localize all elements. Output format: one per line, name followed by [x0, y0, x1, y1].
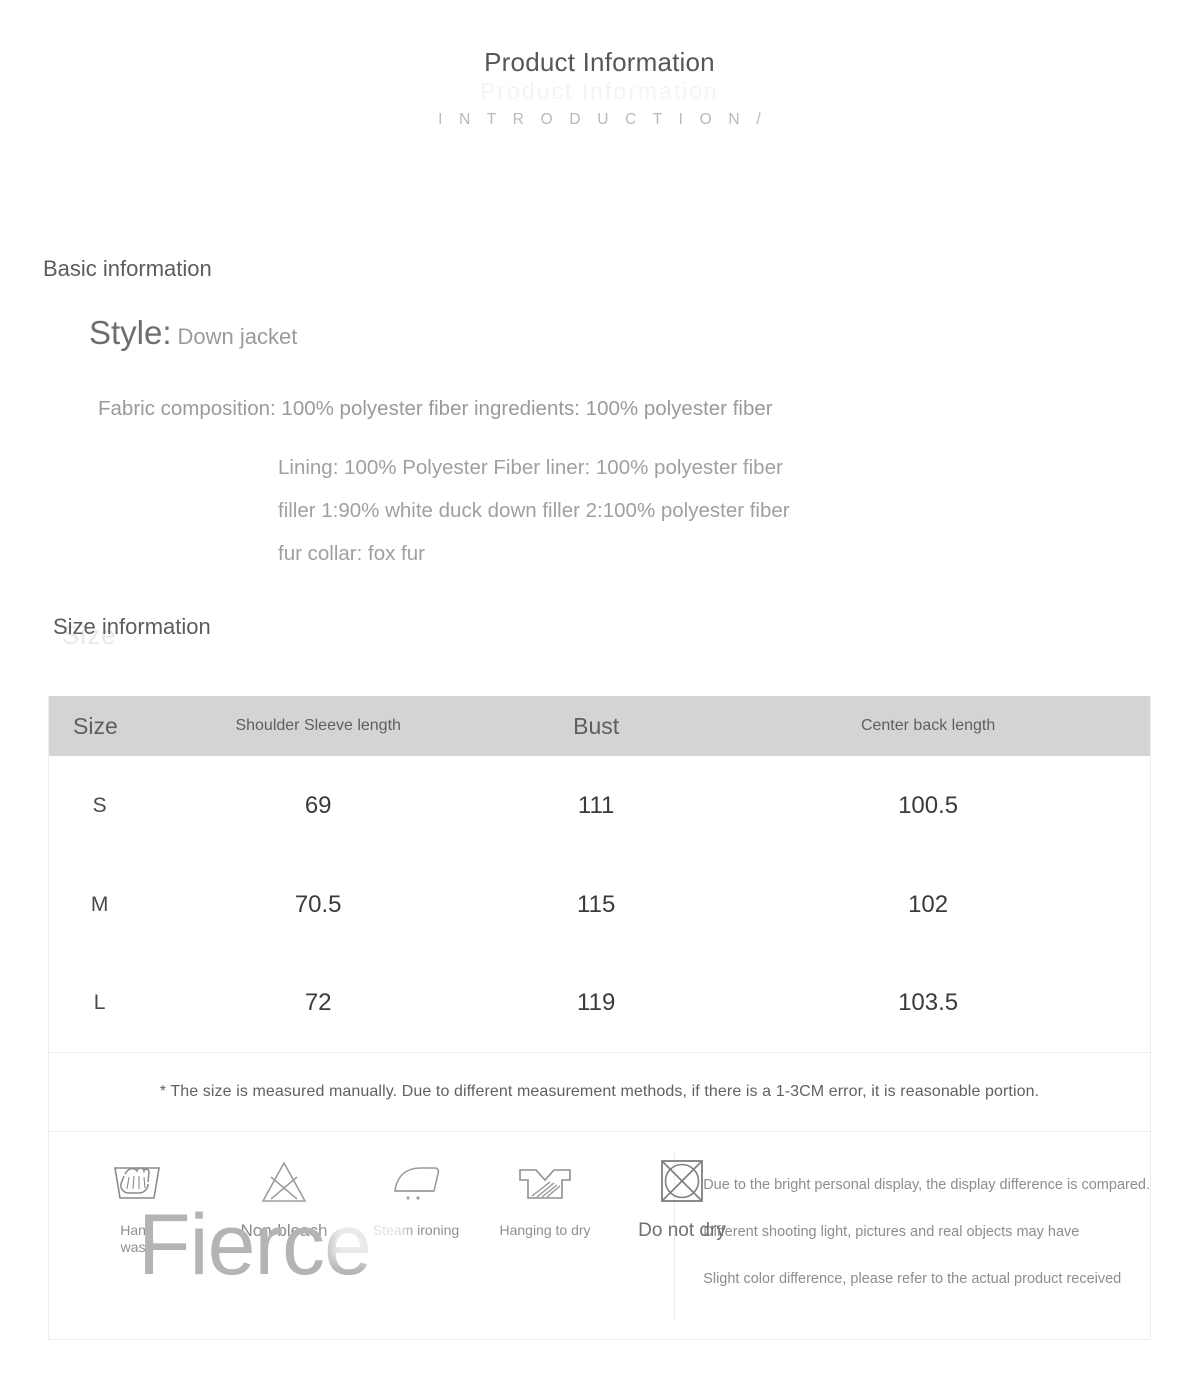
hand-wash-icon [77, 1150, 197, 1214]
cell-size: S [92, 794, 107, 817]
column-header-center-back-length: Center back length [860, 717, 996, 734]
cell-bust: 111 [577, 792, 615, 819]
non-bleach-icon [224, 1150, 344, 1214]
steam-iron-icon [356, 1150, 476, 1214]
care-symbols-group: Hand wash Non-bleach Steam ironing Hangi… [49, 1132, 726, 1339]
table-header-row: Size Shoulder Sleeve length Bust Center … [49, 696, 1150, 756]
composition-line: fur collar: fox fur [278, 542, 425, 565]
hang-dry-icon [485, 1150, 605, 1214]
disclaimer-line: Due to the bright personal display, the … [703, 1177, 1150, 1193]
care-item-hanging-to-dry: Hanging to dry [485, 1150, 605, 1239]
style-value: Down jacket [177, 324, 298, 349]
style-row: Style: Down jacket [89, 314, 297, 352]
cell-shoulder-sleeve-length: 69 [304, 792, 332, 819]
fabric-composition-line: Fabric composition: 100% polyester fiber… [98, 397, 773, 420]
care-label-hand-wash: Hand wash [77, 1222, 197, 1256]
size-measurement-note: * The size is measured manually. Due to … [159, 1083, 1040, 1100]
care-label-line2: wash [120, 1239, 154, 1255]
disclaimer-line: Slight color difference, please refer to… [703, 1271, 1122, 1287]
disclaimer-group: Due to the bright personal display, the … [675, 1132, 1150, 1339]
care-and-disclaimer-row: Hand wash Non-bleach Steam ironing Hangi… [49, 1132, 1150, 1339]
cell-center-back-length: 102 [908, 891, 949, 918]
size-table: Size Shoulder Sleeve length Bust Center … [48, 696, 1151, 1340]
table-note-row: * The size is measured manually. Due to … [49, 1052, 1150, 1132]
cell-bust: 119 [577, 989, 616, 1016]
table-row: S 69 111 100.5 [49, 756, 1150, 856]
section-title-basic-information: Basic information [43, 256, 212, 281]
care-item-non-bleach: Non-bleach [224, 1150, 344, 1239]
product-information-page: Product Information Product Information … [0, 0, 1199, 1396]
cell-bust: 115 [577, 891, 616, 918]
care-item-steam-ironing: Steam ironing [356, 1150, 476, 1239]
care-label-do-not-dry: Do not dry [638, 1220, 726, 1241]
cell-shoulder-sleeve-length: 72 [304, 989, 332, 1016]
cell-shoulder-sleeve-length: 70.5 [294, 891, 342, 918]
care-label-hanging-to-dry: Hanging to dry [499, 1222, 591, 1238]
cell-center-back-length: 100.5 [898, 792, 959, 819]
page-title: Product Information [484, 47, 715, 77]
column-header-bust: Bust [573, 712, 620, 739]
cell-center-back-length: 103.5 [898, 989, 959, 1016]
care-label-line1: Hand [120, 1222, 154, 1238]
care-label-steam-ironing: Steam ironing [372, 1222, 460, 1238]
style-label: Style: [89, 314, 172, 351]
care-item-hand-wash: Hand wash [77, 1150, 197, 1256]
do-not-tumble-dry-icon [622, 1150, 742, 1214]
table-row: M 70.5 115 102 [49, 856, 1150, 954]
cell-size: M [90, 893, 109, 916]
table-row: L 72 119 103.5 [49, 954, 1150, 1052]
composition-line: filler 1:90% white duck down filler 2:10… [278, 499, 790, 522]
page-header: Product Information I N T R O D U C T I … [0, 0, 1199, 129]
disclaimer-line: Different shooting light, pictures and r… [703, 1224, 1080, 1240]
column-header-size: Size [73, 712, 118, 739]
section-title-size-information: Size information [53, 614, 211, 639]
column-header-shoulder-sleeve-length: Shoulder Sleeve length [235, 717, 401, 734]
composition-line: Lining: 100% Polyester Fiber liner: 100%… [278, 456, 783, 479]
care-item-do-not-dry: Do not dry [622, 1150, 742, 1241]
care-label-non-bleach: Non-bleach [240, 1221, 328, 1240]
page-subtitle: I N T R O D U C T I O N / [438, 111, 767, 128]
cell-size: L [93, 991, 106, 1014]
composition-details: Lining: 100% Polyester Fiber liner: 100%… [278, 446, 790, 575]
